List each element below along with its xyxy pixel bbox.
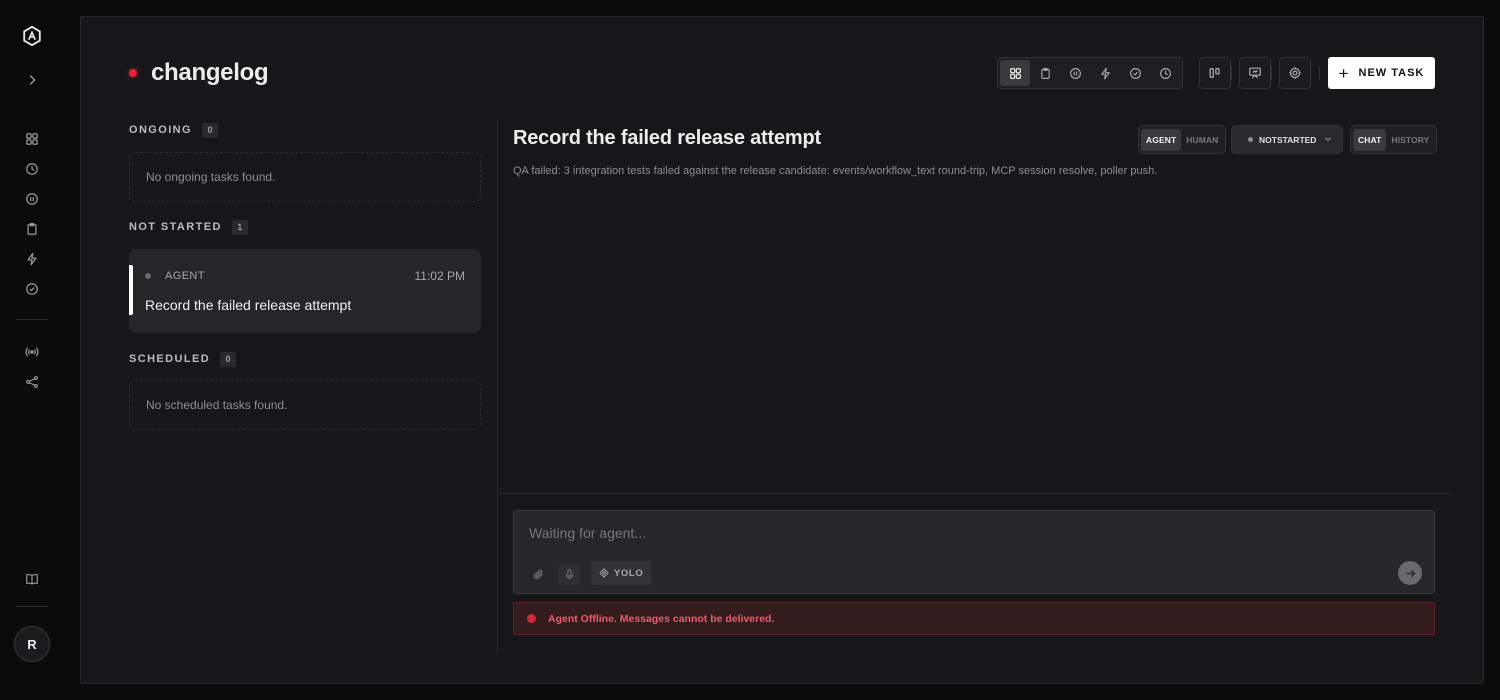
chat-tab[interactable]: CHAT xyxy=(1353,128,1387,151)
lightning-icon[interactable] xyxy=(22,249,42,269)
attach-icon[interactable] xyxy=(527,563,549,585)
offline-message: Agent Offline. Messages cannot be delive… xyxy=(548,612,775,625)
yolo-icon xyxy=(599,568,609,578)
task-meta: AGENT xyxy=(145,270,205,282)
app-logo-icon[interactable] xyxy=(20,24,44,48)
assignee-toggle: AGENT HUMAN xyxy=(1138,125,1227,154)
toolbar-separator xyxy=(1271,66,1272,80)
task-detail-title: Record the failed release attempt xyxy=(513,127,821,149)
main-panel: changelog + NEW TASK ONGOING 0 No ongoin… xyxy=(80,16,1484,684)
section-count: 0 xyxy=(220,351,237,367)
chevron-down-icon xyxy=(1324,135,1332,145)
agent-offline-banner: Agent Offline. Messages cannot be delive… xyxy=(513,602,1435,635)
expand-chevron-icon[interactable] xyxy=(22,70,42,90)
new-task-label: NEW TASK xyxy=(1358,67,1425,79)
new-task-button[interactable]: + NEW TASK xyxy=(1328,57,1435,89)
history-tab[interactable]: HISTORY xyxy=(1386,129,1434,151)
board-layout-icon xyxy=(1209,68,1220,78)
toolbar-separator xyxy=(1231,66,1232,80)
rail-divider xyxy=(16,319,48,320)
composer-placeholder: Waiting for agent... xyxy=(529,525,646,541)
check-circle-icon[interactable] xyxy=(1120,60,1150,86)
assignee-agent-option[interactable]: AGENT xyxy=(1141,128,1182,151)
clock-icon[interactable] xyxy=(22,159,42,179)
rail-divider-bottom xyxy=(16,606,48,607)
task-list: ONGOING 0 No ongoing tasks found. NOT ST… xyxy=(129,121,481,430)
view-toggle: CHAT HISTORY xyxy=(1350,125,1438,154)
microphone-icon[interactable] xyxy=(558,563,580,585)
yolo-toggle[interactable]: YOLO xyxy=(591,561,652,585)
section-label: SCHEDULED xyxy=(129,353,211,365)
section-count: 1 xyxy=(231,219,248,235)
check-circle-icon[interactable] xyxy=(22,279,42,299)
left-rail: R xyxy=(0,0,64,700)
clipboard-icon[interactable] xyxy=(1030,60,1060,86)
avatar[interactable]: R xyxy=(14,626,50,662)
broadcast-icon[interactable] xyxy=(22,342,42,362)
section-label: NOT STARTED xyxy=(129,221,222,233)
grid-icon[interactable] xyxy=(22,129,42,149)
clipboard-icon[interactable] xyxy=(22,219,42,239)
empty-state: No scheduled tasks found. xyxy=(129,380,481,430)
settings-button[interactable] xyxy=(1279,57,1311,89)
page-title: changelog xyxy=(151,59,269,86)
assignee-human-option[interactable]: HUMAN xyxy=(1181,129,1223,151)
selected-indicator xyxy=(129,265,133,315)
column-divider xyxy=(497,121,498,653)
message-composer[interactable]: Waiting for agent... YOLO xyxy=(513,510,1435,594)
composer-divider xyxy=(498,493,1451,494)
toolbar-separator xyxy=(1319,66,1320,80)
pause-icon[interactable] xyxy=(1060,60,1090,86)
status-dropdown[interactable]: NOTSTARTED xyxy=(1231,125,1343,154)
share-nodes-icon[interactable] xyxy=(22,372,42,392)
section-label: ONGOING xyxy=(129,124,192,136)
book-icon[interactable] xyxy=(22,569,42,589)
presentation-button[interactable] xyxy=(1239,57,1271,89)
board-layout-button[interactable] xyxy=(1199,57,1231,89)
task-status-dot xyxy=(145,273,151,279)
pause-icon[interactable] xyxy=(22,189,42,209)
section-count: 0 xyxy=(201,122,218,138)
section-ongoing: ONGOING 0 xyxy=(129,121,481,139)
page-header: changelog xyxy=(129,59,269,87)
clock-icon[interactable] xyxy=(1150,60,1180,86)
status-dot xyxy=(1248,137,1253,142)
offline-status-dot xyxy=(527,614,536,623)
presentation-icon xyxy=(1249,67,1261,79)
yolo-label: YOLO xyxy=(614,567,644,579)
send-button[interactable] xyxy=(1398,561,1422,585)
lightning-icon[interactable] xyxy=(1090,60,1120,86)
task-time: 11:02 PM xyxy=(414,269,465,283)
task-assignee: AGENT xyxy=(165,270,205,282)
project-status-dot xyxy=(129,69,137,77)
arrow-right-icon xyxy=(1405,569,1416,577)
task-card[interactable]: AGENT 11:02 PM Record the failed release… xyxy=(129,249,481,333)
status-value: NOTSTARTED xyxy=(1259,134,1317,145)
section-scheduled: SCHEDULED 0 xyxy=(129,350,481,368)
settings-gear-icon xyxy=(1289,67,1301,79)
plus-icon: + xyxy=(1338,63,1350,83)
task-detail-description: QA failed: 3 integration tests failed ag… xyxy=(513,165,1158,177)
empty-state: No ongoing tasks found. xyxy=(129,152,481,202)
grid-icon[interactable] xyxy=(1000,60,1030,86)
view-toolbar xyxy=(997,57,1183,89)
section-not-started: NOT STARTED 1 xyxy=(129,218,481,236)
task-title: Record the failed release attempt xyxy=(145,297,352,313)
